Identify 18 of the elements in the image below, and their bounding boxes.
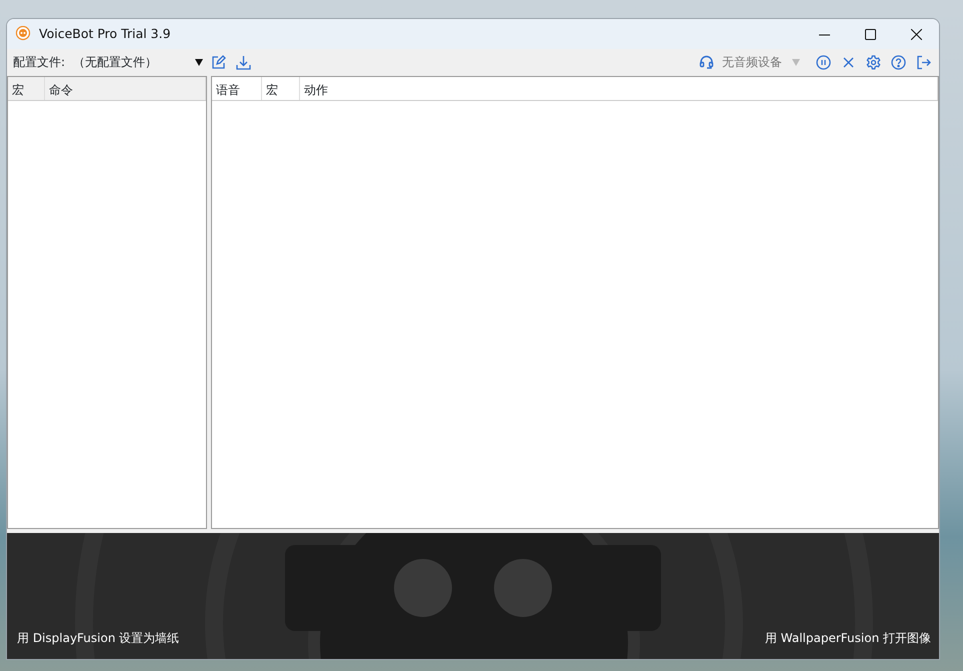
pause-icon[interactable]: [814, 52, 833, 72]
window-title: VoiceBot Pro Trial 3.9: [39, 24, 171, 43]
caret-icon: [792, 58, 800, 66]
column-header[interactable]: 动作: [300, 77, 938, 100]
help-icon[interactable]: [889, 52, 908, 72]
column-header[interactable]: 宏: [8, 77, 45, 100]
set-wallpaper-link[interactable]: 用 DisplayFusion 设置为墙纸: [17, 629, 180, 647]
column-header[interactable]: 宏: [262, 77, 300, 100]
column-header[interactable]: 命令: [45, 77, 206, 100]
app-logo-icon: [15, 26, 31, 42]
open-image-link[interactable]: 用 WallpaperFusion 打开图像: [764, 629, 931, 647]
headset-icon: [699, 54, 714, 70]
settings-icon[interactable]: [864, 52, 883, 72]
caret-icon: [195, 58, 203, 66]
profile-dropdown[interactable]: 配置文件: （无配置文件）: [13, 53, 203, 71]
maximize-icon: [864, 28, 876, 40]
close-icon: [910, 28, 922, 40]
column-header[interactable]: 语音: [212, 77, 262, 100]
